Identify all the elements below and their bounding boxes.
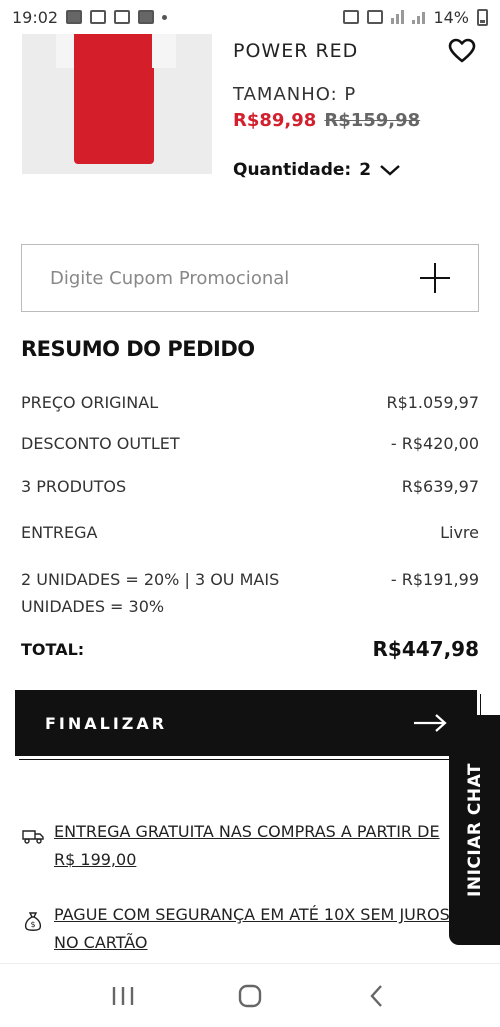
total-value: R$447,98 [372,637,480,661]
product-size: TAMANHO: P [233,84,357,105]
wifi-icon [391,10,405,24]
sale-price: R$89,98 [233,110,317,131]
summary-row: ENTREGA Livre [21,519,479,546]
heart-icon[interactable] [448,38,476,64]
notification-icon [66,10,83,24]
summary-row: 3 PRODUTOS R$639,97 [21,473,479,500]
shipping-info-text: ENTREGA GRATUITA NAS COMPRAS A PARTIR DE… [54,822,440,869]
system-nav-bar [0,963,500,1027]
battery-icon [477,8,488,26]
summary-value: - R$191,99 [390,570,479,589]
total-label: TOTAL: [21,640,85,659]
original-price: R$159,98 [324,110,421,131]
summary-label: 2 UNIDADES = 20% | 3 OU MAIS UNIDADES = … [21,570,280,616]
coupon-field[interactable] [21,244,479,312]
summary-total-row: TOTAL: R$447,98 [21,636,479,663]
summary-row: 2 UNIDADES = 20% | 3 OU MAIS UNIDADES = … [21,566,479,620]
arrow-right-icon [414,714,447,732]
product-name[interactable]: POWER RED [233,40,358,62]
recents-icon[interactable] [108,981,138,1011]
chevron-down-icon [380,165,400,176]
product-image[interactable] [22,34,212,174]
mail-icon [114,10,131,24]
mute-icon [367,10,384,24]
notification-icon [90,10,107,24]
quantity-selector[interactable]: Quantidade: 2 [233,160,401,180]
plus-icon[interactable] [420,263,450,293]
chat-label: INICIAR CHAT [464,763,485,897]
shipping-info-link[interactable]: ENTREGA GRATUITA NAS COMPRAS A PARTIR DE… [22,818,462,874]
payment-info-text: PAGUE COM SEGURANÇA EM ATÉ 10X SEM JUROS… [54,905,450,952]
summary-row: DESCONTO OUTLET - R$420,00 [21,430,479,457]
summary-value: - R$420,00 [390,434,479,453]
summary-value: R$1.059,97 [386,393,479,412]
summary-row: PREÇO ORIGINAL R$1.059,97 [21,389,479,416]
status-bar: 19:02 14% [0,0,500,34]
alarm-icon [343,10,360,24]
product-prices: R$89,98 R$159,98 [233,110,420,131]
money-bag-icon: $ [24,912,42,931]
summary-label: PREÇO ORIGINAL [21,393,159,412]
status-time: 19:02 [12,7,59,27]
payment-info-link[interactable]: $ PAGUE COM SEGURANÇA EM ATÉ 10X SEM JUR… [22,901,462,957]
summary-label: ENTREGA [21,523,98,542]
finalize-label: FINALIZAR [45,713,168,733]
finalize-button[interactable]: FINALIZAR [15,690,477,756]
svg-text:$: $ [30,920,35,929]
signal-icon [412,10,426,24]
more-notifications-icon [162,14,168,20]
home-icon[interactable] [235,981,265,1011]
summary-title: RESUMO DO PEDIDO [21,337,255,361]
summary-label: DESCONTO OUTLET [21,434,180,453]
gallery-icon [138,10,155,24]
back-icon[interactable] [362,981,392,1011]
battery-percent: 14% [433,7,469,27]
summary-value: Livre [440,523,479,542]
summary-label: 3 PRODUTOS [21,477,127,496]
coupon-input[interactable] [50,267,410,289]
summary-value: R$639,97 [401,477,479,496]
truck-icon [22,830,44,844]
quantity-value: 2 [359,160,372,180]
quantity-label: Quantidade: [233,160,352,180]
